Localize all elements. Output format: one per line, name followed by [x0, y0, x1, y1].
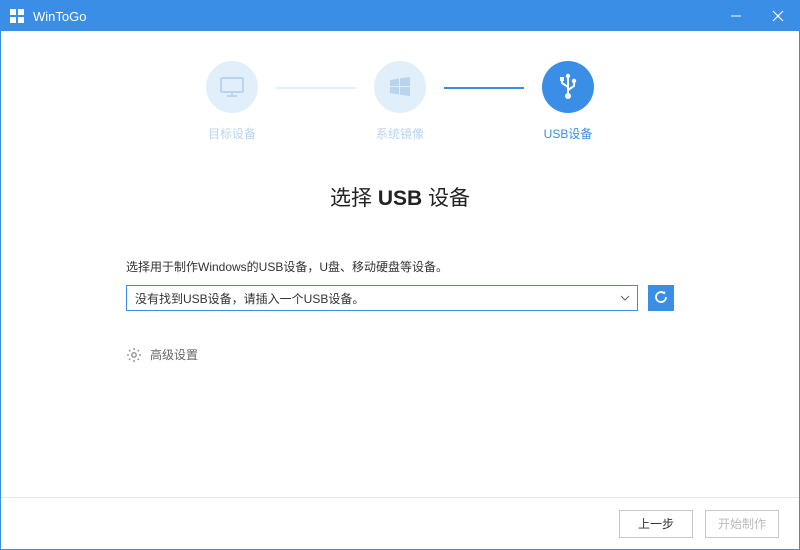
step-label: 目标设备	[208, 125, 256, 142]
minimize-button[interactable]	[715, 1, 757, 31]
start-button-label: 开始制作	[718, 515, 766, 532]
page-title: 选择 USB 设备	[126, 182, 674, 212]
previous-button[interactable]: 上一步	[619, 510, 693, 538]
titlebar: WinToGo	[1, 1, 799, 31]
start-button[interactable]: 开始制作	[705, 510, 779, 538]
step-connector	[276, 87, 356, 89]
advanced-settings-label: 高级设置	[150, 346, 198, 363]
monitor-icon	[206, 61, 258, 113]
footer: 上一步 开始制作	[1, 497, 799, 549]
close-button[interactable]	[757, 1, 799, 31]
step-label: 系统镜像	[376, 125, 424, 142]
window-title: WinToGo	[33, 9, 715, 24]
step-usb-device: USB设备	[542, 61, 594, 142]
step-target-device: 目标设备	[206, 61, 258, 142]
usb-device-select[interactable]: 没有找到USB设备，请插入一个USB设备。	[126, 285, 638, 311]
content: 目标设备 系统镜像	[1, 31, 799, 549]
instruction-text: 选择用于制作Windows的USB设备，U盘、移动硬盘等设备。	[126, 258, 674, 275]
page-title-pre: 选择	[330, 187, 378, 210]
advanced-settings-link[interactable]: 高级设置	[126, 346, 198, 363]
usb-select-text: 没有找到USB设备，请插入一个USB设备。	[135, 290, 617, 307]
main-area: 选择 USB 设备 选择用于制作Windows的USB设备，U盘、移动硬盘等设备…	[1, 142, 799, 497]
gear-icon	[126, 347, 142, 363]
windows-icon	[374, 61, 426, 113]
chevron-down-icon	[617, 295, 633, 301]
page-title-bold: USB	[378, 187, 422, 210]
refresh-button[interactable]	[648, 285, 674, 311]
previous-button-label: 上一步	[638, 515, 674, 532]
stepper: 目标设备 系统镜像	[1, 31, 799, 142]
step-system-image: 系统镜像	[374, 61, 426, 142]
step-connector	[444, 87, 524, 89]
window-controls	[715, 1, 799, 31]
usb-icon	[542, 61, 594, 113]
page-title-post: 设备	[422, 187, 470, 210]
step-label: USB设备	[544, 125, 593, 142]
usb-select-row: 没有找到USB设备，请插入一个USB设备。	[126, 285, 674, 311]
app-logo-icon	[9, 8, 25, 24]
refresh-icon	[653, 289, 669, 308]
